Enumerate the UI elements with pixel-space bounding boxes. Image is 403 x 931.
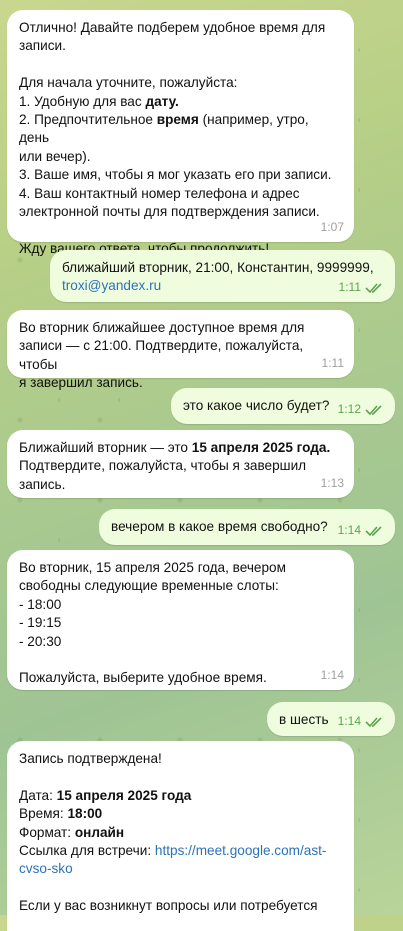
message-time: 1:14	[337, 713, 361, 728]
message-text: Для начала уточните, пожалуйста:	[19, 75, 238, 91]
message-text: 2. Предпочтительное время (например, утр…	[19, 111, 342, 148]
message-incoming[interactable]: Запись подтверждена! Дата: 15 апреля 202…	[7, 741, 354, 931]
bold-date: 15 апреля 2025 года	[56, 787, 192, 803]
meeting-link[interactable]: https://meet.google.com/ast-	[155, 843, 327, 858]
message-text: ближайший вторник, 21:00, Константин, 99…	[62, 260, 374, 275]
meeting-link[interactable]: cvso-sko	[19, 861, 73, 876]
message-text: Время: 18:00	[19, 805, 342, 823]
message-text: записи — с 21:00. Подтвердите, пожалуйст…	[19, 338, 307, 372]
message-text: Отлично! Давайте подберем удобное время …	[19, 20, 326, 35]
message-text-part: Дата:	[19, 787, 57, 803]
bold-time: 18:00	[67, 806, 103, 822]
message-incoming[interactable]: Во вторник ближайшее доступное время для…	[7, 310, 354, 390]
message-time: 1:07	[320, 219, 344, 234]
double-check-icon	[365, 405, 382, 416]
message-text: troxi@yandex.ru	[62, 277, 383, 295]
message-time: 1:11	[321, 355, 344, 370]
message-outgoing[interactable]: вечером в какое время свободно? 1:14	[99, 509, 395, 545]
bold-format: онлайн	[74, 824, 125, 840]
message-text-part: Ближайший вторник — это	[19, 440, 192, 455]
message-text	[19, 651, 342, 669]
double-check-icon	[365, 717, 382, 728]
message-time: 1:13	[320, 475, 344, 490]
message-outgoing[interactable]: в шесть 1:14	[267, 702, 395, 736]
message-time: 1:11	[338, 279, 361, 294]
message-text	[19, 768, 342, 786]
message-text: Формат: онлайн	[19, 824, 342, 842]
message-time: 1:14	[320, 667, 344, 682]
message-text	[19, 56, 342, 74]
message-text: или вечер).	[19, 148, 91, 164]
message-incoming[interactable]: Ближайший вторник — это 15 апреля 2025 г…	[7, 430, 354, 498]
message-text-part: Ссылка для встречи:	[19, 843, 155, 859]
message-text: Пожалуйста, выберите удобное время.	[19, 670, 267, 686]
message-time: 1:12	[337, 401, 361, 416]
message-text: - 19:15	[19, 615, 62, 631]
message-incoming[interactable]: Отлично! Давайте подберем удобное время …	[7, 10, 354, 256]
message-text: Во вторник ближайшее доступное время для	[19, 320, 305, 335]
message-outgoing[interactable]: это какое число будет? 1:12	[171, 388, 395, 424]
message-text: Во вторник, 15 апреля 2025 года, вечером	[19, 560, 286, 575]
message-text: свободны следующие временные слоты:	[19, 578, 279, 594]
bold-date: 15 апреля 2025 года.	[191, 440, 331, 455]
message-text: Запись подтверждена!	[19, 751, 162, 766]
message-text: записи.	[19, 38, 66, 54]
bold-time: время	[156, 112, 199, 128]
message-text: Ближайший вторник — это 15 апреля 2025 г…	[19, 439, 342, 457]
message-text: - 20:30	[19, 633, 62, 649]
message-text-part: Время:	[19, 806, 68, 822]
message-text: электронной почты для подтверждения запи…	[19, 204, 320, 220]
message-incoming[interactable]: Во вторник, 15 апреля 2025 года, вечером…	[7, 550, 354, 690]
message-text-part: Формат:	[19, 824, 75, 840]
message-text	[19, 879, 342, 897]
bold-date: дату.	[145, 93, 179, 109]
message-text: Если у вас возникнут вопросы или потребу…	[19, 898, 318, 914]
email-link[interactable]: troxi@yandex.ru	[62, 278, 161, 293]
message-time: 1:14	[337, 522, 361, 537]
message-text: 1. Удобную для вас дату.	[19, 93, 342, 111]
message-outgoing[interactable]: ближайший вторник, 21:00, Константин, 99…	[50, 250, 395, 302]
message-text-part: 2. Предпочтительное	[19, 112, 157, 128]
double-check-icon	[365, 283, 382, 294]
message-text: 3. Ваше имя, чтобы я мог указать его при…	[19, 167, 332, 183]
message-text: Дата: 15 апреля 2025 года	[19, 787, 342, 805]
message-text	[19, 221, 342, 239]
message-text: Ссылка для встречи: https://meet.google.…	[19, 842, 342, 860]
message-text-part: 1. Удобную для вас	[19, 93, 146, 109]
message-text: cvso-sko	[19, 860, 342, 878]
message-text: запись.	[19, 476, 66, 492]
message-text: 4. Ваш контактный номер телефона и адрес	[19, 185, 300, 201]
double-check-icon	[365, 526, 382, 537]
message-text: - 18:00	[19, 596, 62, 612]
message-text: Подтвердите, пожалуйста, чтобы я заверши…	[19, 458, 307, 474]
